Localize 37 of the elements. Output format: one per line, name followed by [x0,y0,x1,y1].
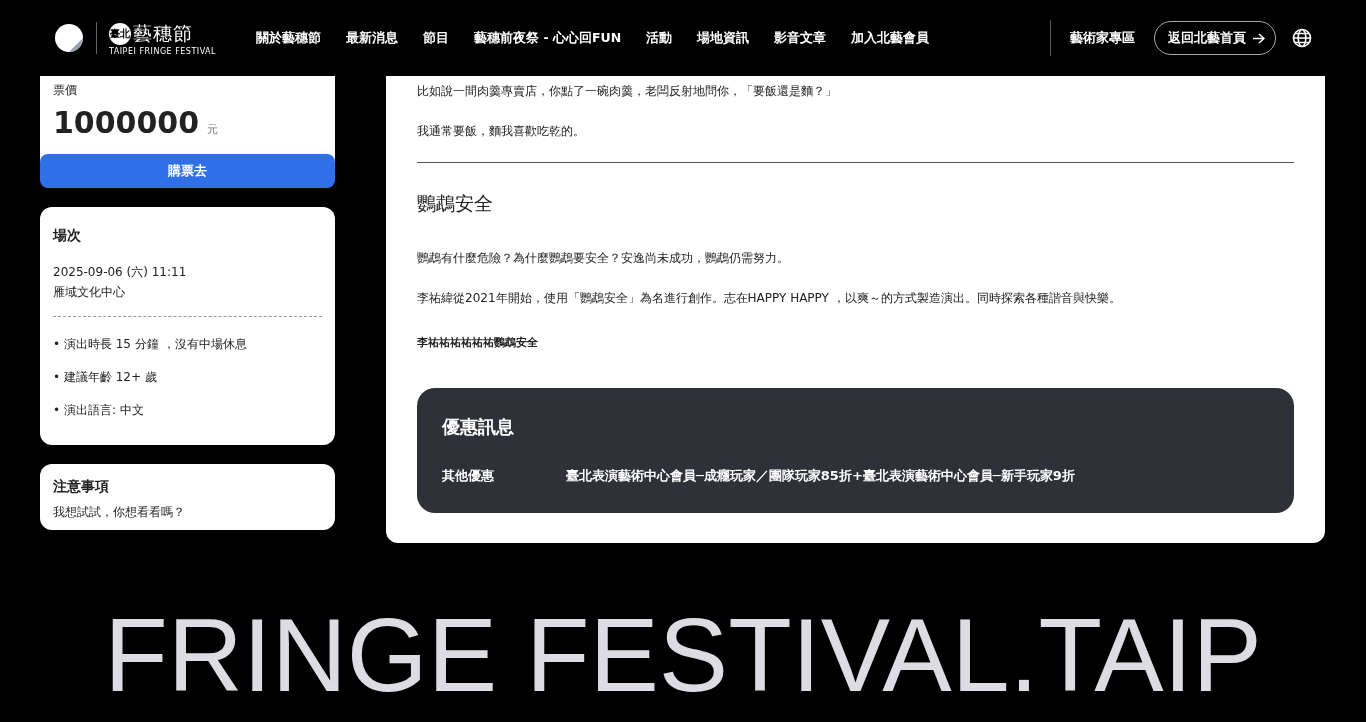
nav-link[interactable]: 影音文章 [774,29,827,47]
article-caption: 李祐祐祐祐祐祐鸚鵡安全 [417,335,539,350]
arrow-right-icon [1252,32,1265,44]
footer-marquee-text: FRINGE FESTIVAL.TAIP [104,605,1262,705]
session-note: • 演出語言: 中文 [53,402,145,419]
nav-link[interactable]: 場地資訊 [697,29,750,47]
nav-link[interactable]: 活動 [646,29,673,47]
logo-icon[interactable] [54,23,84,53]
article-paragraph: 比如說一間肉羹專賣店，你點了一碗肉羹，老闆反射地問你，「要飯還是麵？」 [417,83,838,100]
notice-title: 注意事項 [53,478,110,496]
nav-link[interactable]: 加入北藝會員 [851,29,930,47]
globe-icon[interactable] [1292,28,1312,48]
session-title: 場次 [53,227,82,245]
logo-badge: 臺北 [109,22,131,45]
nav-link[interactable]: 藝穗前夜祭 - 心心回FUN [474,29,622,47]
article-paragraph: 我通常要飯，麵我喜歡吃乾的。 [417,123,586,140]
discount-value: 臺北表演藝術中心會員─成癮玩家／團隊玩家85折+臺北表演藝術中心會員─新手玩家9折 [566,467,1075,485]
session-venue: 雁域文化中心 [53,284,126,301]
logo-subtitle: TAIPEI FRINGE FESTIVAL [109,46,217,56]
price-unit: 元 [207,122,219,137]
article-paragraph: 李祐緯從2021年開始，使用「鸚鵡安全」為名進行創作。志在HAPPY HAPPY ，以爽～的方式製造演出。同時探索各種諧音與快樂。 [417,290,1122,307]
article-paragraph: 鸚鵡有什麼危險？為什麼鸚鵡要安全？安逸尚未成功，鸚鵡仍需努力。 [417,250,790,267]
buy-ticket-button[interactable]: 購票去 [40,154,335,188]
price-label: 票價 [53,82,78,99]
discount-title: 優惠訊息 [442,415,515,439]
artist-zone-link[interactable]: 藝術家專區 [1070,29,1135,47]
price-value: 1000000 [53,105,200,140]
notice-text: 我想試試，你想看看嗎？ [53,505,185,519]
section-heading: 鸚鵡安全 [417,191,494,216]
nav-link[interactable]: 節目 [423,29,450,47]
logo-wordmark: 藝穗節 [133,20,193,46]
discount-label: 其他優惠 [442,467,495,485]
session-note: • 演出時長 15 分鐘 ，沒有中場休息 [53,336,248,353]
session-note: • 建議年齡 12+ 歲 [53,369,158,386]
nav-link[interactable]: 關於藝穗節 [256,29,322,47]
nav-link[interactable]: 最新消息 [346,29,399,47]
session-datetime: 2025-09-06 (六) 11:11 [53,264,188,281]
